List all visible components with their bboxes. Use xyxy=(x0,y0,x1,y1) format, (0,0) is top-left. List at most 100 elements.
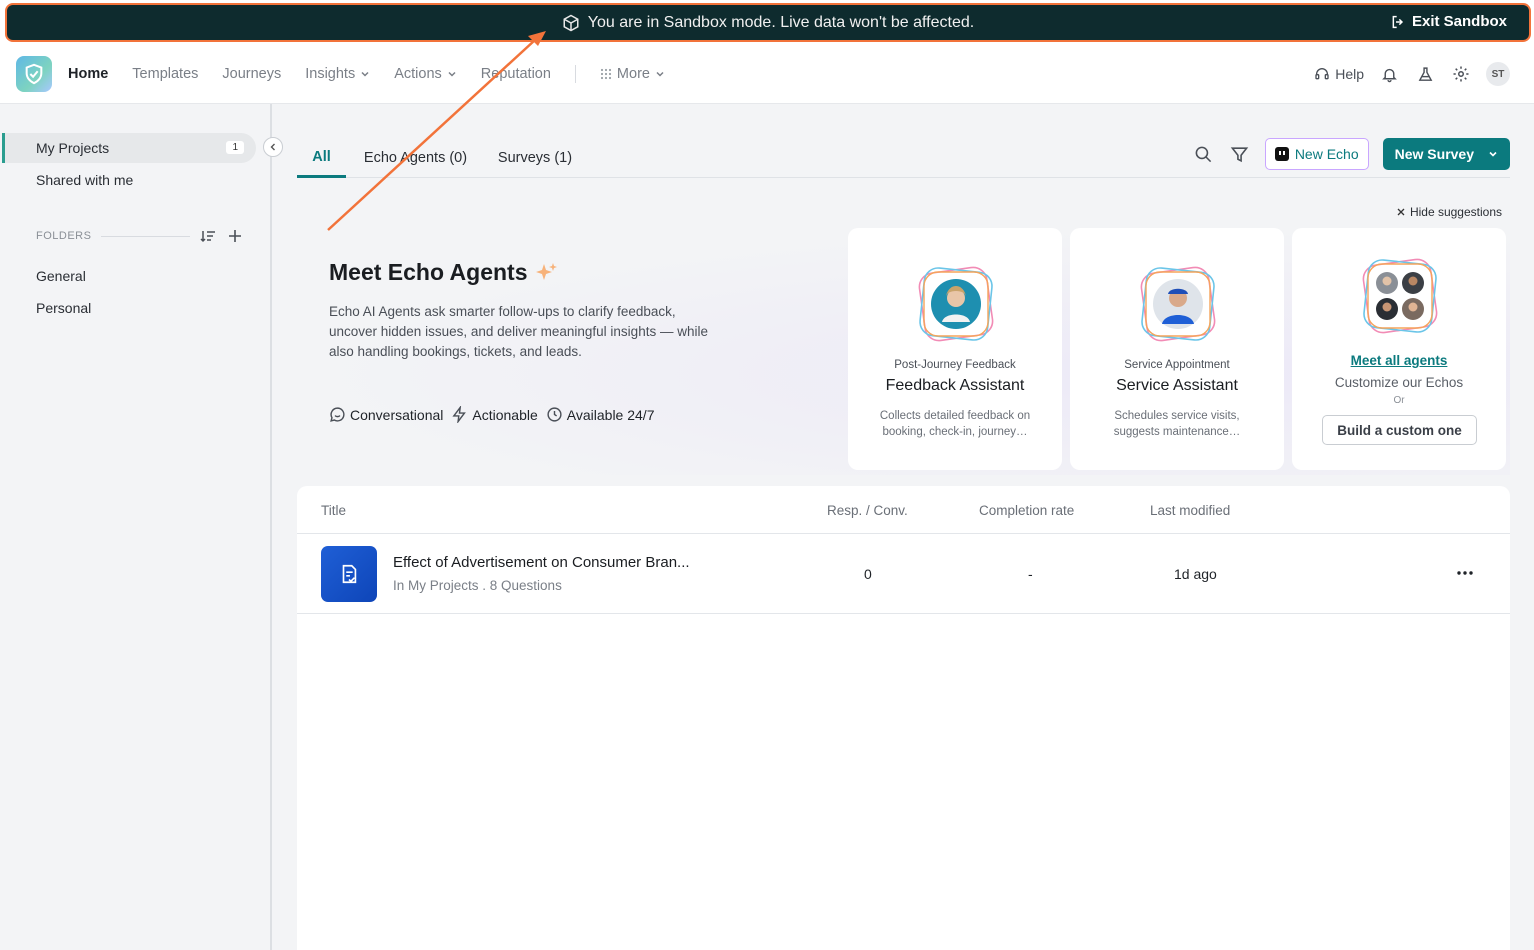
sidebar-item-shared[interactable]: Shared with me xyxy=(2,165,256,195)
app-logo[interactable] xyxy=(16,56,52,92)
chevron-down-icon xyxy=(1489,151,1497,157)
chevron-down-icon xyxy=(656,71,664,77)
table-header: Title Resp. / Conv. Completion rate Last… xyxy=(297,486,1510,534)
nav-more[interactable]: More xyxy=(600,66,665,82)
exit-sandbox-button[interactable]: Exit Sandbox xyxy=(1390,13,1507,30)
search-icon xyxy=(1195,146,1212,162)
help-button[interactable]: Help xyxy=(1314,66,1364,82)
new-echo-label: New Echo xyxy=(1294,146,1359,162)
labs-button[interactable] xyxy=(1414,63,1436,85)
promo-title: Meet Echo Agents xyxy=(329,259,558,286)
column-responses: Resp. / Conv. xyxy=(827,503,908,518)
agent-kicker: Post-Journey Feedback xyxy=(894,359,1016,371)
agent-card-service[interactable]: Service Appointment Service Assistant Sc… xyxy=(1070,228,1284,470)
chevron-left-icon xyxy=(270,143,275,151)
agent-description: Schedules service visits, suggests maint… xyxy=(1113,410,1241,438)
meet-all-agents-link[interactable]: Meet all agents xyxy=(1292,353,1506,368)
sidebar-item-my-projects[interactable]: My Projects 1 xyxy=(2,133,256,163)
feature-available: Available 24/7 xyxy=(546,406,654,423)
row-title[interactable]: Effect of Advertisement on Consumer Bran… xyxy=(393,554,690,571)
column-title: Title xyxy=(321,503,347,518)
hide-suggestions-button[interactable]: Hide suggestions xyxy=(1397,205,1502,219)
folders-header: FOLDERS xyxy=(36,229,242,243)
filter-button[interactable] xyxy=(1229,143,1251,165)
promo-description: Echo AI Agents ask smarter follow-ups to… xyxy=(329,304,708,359)
agent-kicker: Service Appointment xyxy=(1124,359,1230,371)
headset-icon xyxy=(1315,68,1329,80)
sort-icon[interactable] xyxy=(200,229,216,243)
row-subtitle: In My Projects . 8 Questions xyxy=(393,578,562,593)
sparkles-icon xyxy=(535,262,557,280)
sidebar-collapse-button[interactable] xyxy=(263,137,283,157)
more-options-icon[interactable] xyxy=(1456,564,1474,582)
document-check-icon xyxy=(342,564,357,584)
column-modified: Last modified xyxy=(1150,503,1231,518)
nav-insights-label: Insights xyxy=(305,66,356,82)
tab-surveys[interactable]: Surveys (1) xyxy=(496,138,574,178)
feature-list: Conversational Actionable Available 24/7 xyxy=(329,406,654,423)
agent-card-feedback[interactable]: Post-Journey Feedback Feedback Assistant… xyxy=(848,228,1062,470)
nav-right: Help ST xyxy=(1314,44,1510,104)
plus-icon[interactable] xyxy=(228,229,242,243)
lightning-icon xyxy=(452,406,467,423)
folder-label: Personal xyxy=(36,300,92,316)
nav-templates-label: Templates xyxy=(132,66,199,82)
echo-icon xyxy=(1274,147,1289,161)
clock-icon xyxy=(547,407,562,422)
folder-label: General xyxy=(36,268,86,284)
settings-button[interactable] xyxy=(1450,63,1472,85)
feature-conversational: Conversational xyxy=(329,406,443,423)
feature-actionable: Actionable xyxy=(451,406,538,423)
row-responses: 0 xyxy=(864,566,872,582)
user-avatar[interactable]: ST xyxy=(1486,62,1510,86)
agent-card-all: Meet all agents Customize our Echos Or B… xyxy=(1292,228,1506,470)
nav-insights[interactable]: Insights xyxy=(305,66,370,82)
flask-icon xyxy=(1418,66,1432,81)
notifications-button[interactable] xyxy=(1378,63,1400,85)
folders-divider xyxy=(101,235,190,237)
sandbox-message: You are in Sandbox mode. Live data won't… xyxy=(562,14,974,32)
nav-reputation[interactable]: Reputation xyxy=(481,66,551,82)
customize-text: Customize our Echos xyxy=(1334,375,1464,390)
build-custom-button[interactable]: Build a custom one xyxy=(1322,415,1477,445)
sidebar-item-label: Shared with me xyxy=(36,172,134,188)
new-survey-button[interactable]: New Survey xyxy=(1382,138,1510,170)
help-label: Help xyxy=(1335,66,1364,82)
agent-name: Feedback Assistant xyxy=(885,377,1025,394)
sidebar: My Projects 1 Shared with me FOLDERS Gen… xyxy=(0,104,272,950)
nav-actions-label: Actions xyxy=(394,66,442,82)
feature-label: Actionable xyxy=(472,406,538,423)
search-button[interactable] xyxy=(1193,143,1215,165)
nav-journeys-label: Journeys xyxy=(222,66,282,82)
projects-table: Title Resp. / Conv. Completion rate Last… xyxy=(297,486,1510,950)
tab-label: Echo Agents (0) xyxy=(363,150,468,166)
cube-icon xyxy=(563,14,579,31)
nav-actions[interactable]: Actions xyxy=(394,66,457,82)
nav-journeys[interactable]: Journeys xyxy=(222,66,281,82)
agent-description: Collects detailed feedback on booking, c… xyxy=(879,410,1031,438)
tab-echo-agents[interactable]: Echo Agents (0) xyxy=(363,138,468,178)
grid-dots-icon xyxy=(600,68,612,80)
nav-home[interactable]: Home xyxy=(68,66,108,82)
toolbar: New Echo New Survey xyxy=(1193,138,1510,170)
hide-suggestions-label: Hide suggestions xyxy=(1409,205,1502,219)
survey-icon xyxy=(321,546,377,602)
sandbox-banner-bar: You are in Sandbox mode. Live data won't… xyxy=(5,3,1531,42)
table-row[interactable]: Effect of Advertisement on Consumer Bran… xyxy=(297,534,1510,614)
new-survey-label: New Survey xyxy=(1394,146,1474,162)
sidebar-folder-personal[interactable]: Personal xyxy=(2,293,256,323)
promo-title-text: Meet Echo Agents xyxy=(329,259,528,285)
agents-group-avatar xyxy=(1362,258,1438,334)
top-nav: Home Templates Journeys Insights Actions… xyxy=(0,44,1534,104)
filter-icon xyxy=(1231,146,1249,162)
or-divider: Or xyxy=(1393,395,1405,406)
nav-home-label: Home xyxy=(68,66,109,82)
sidebar-item-label: My Projects xyxy=(36,140,110,156)
close-icon xyxy=(1397,208,1405,216)
smile-chat-icon xyxy=(330,407,345,422)
row-completion: - xyxy=(1028,566,1033,582)
nav-templates[interactable]: Templates xyxy=(132,66,198,82)
tab-all[interactable]: All xyxy=(297,138,346,178)
sidebar-folder-general[interactable]: General xyxy=(2,261,256,291)
new-echo-button[interactable]: New Echo xyxy=(1264,138,1369,170)
